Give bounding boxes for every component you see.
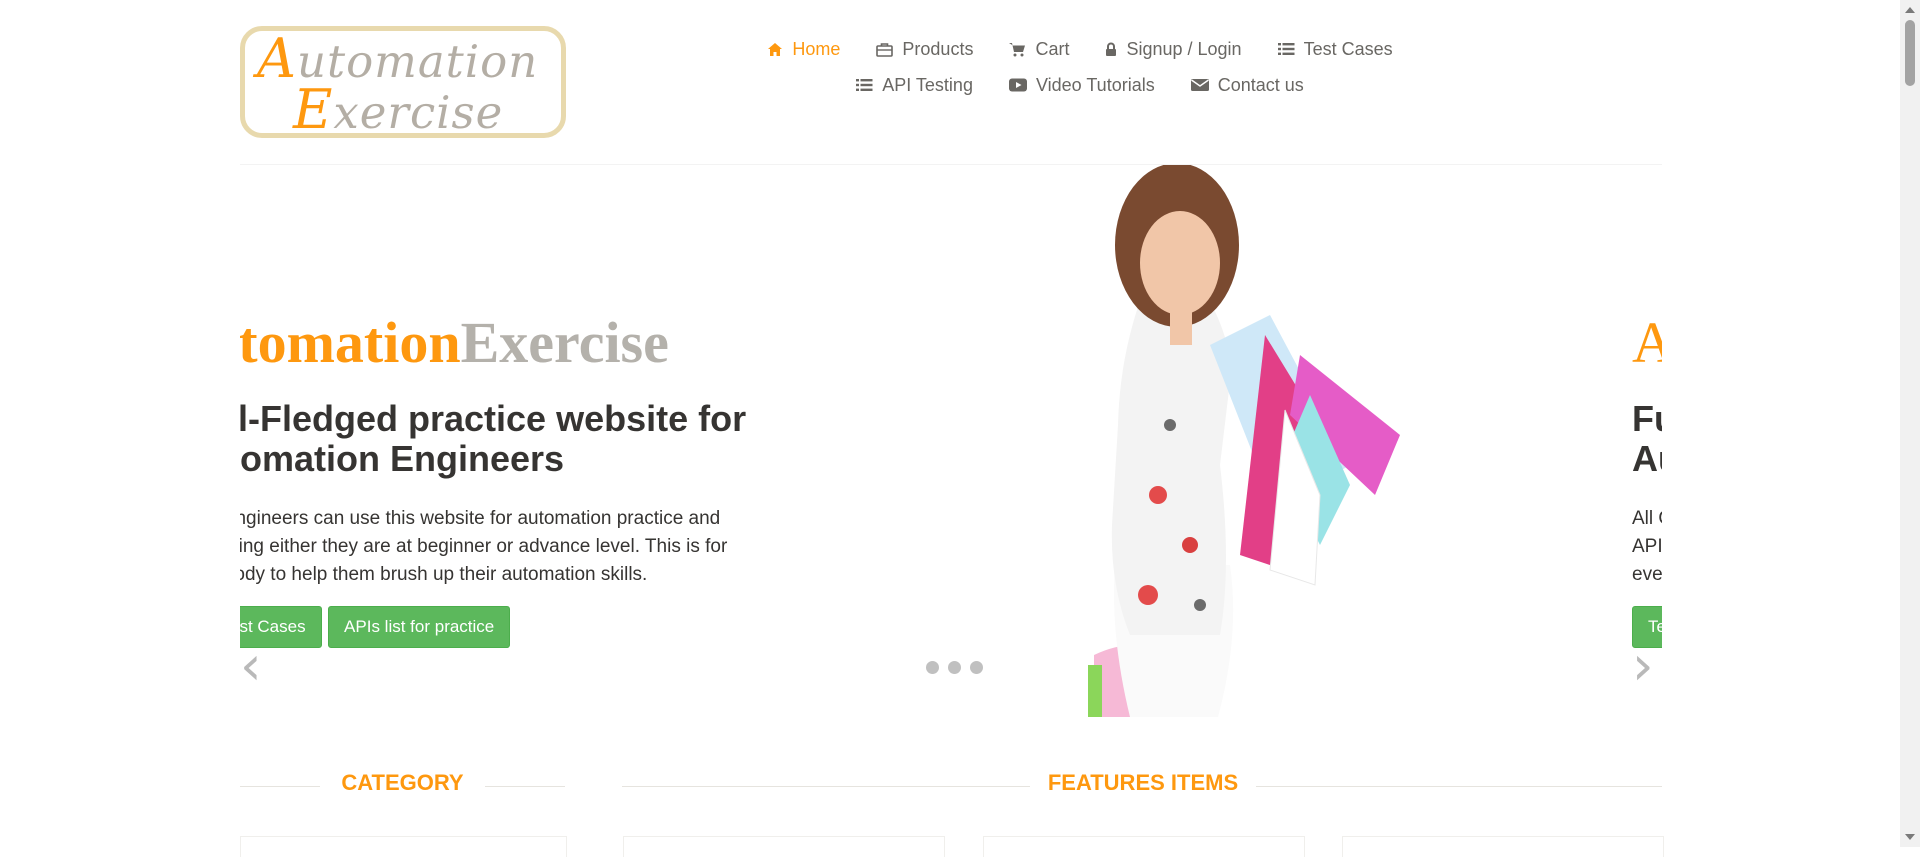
- nav-video-tutorials-label: Video Tutorials: [1035, 74, 1155, 95]
- carousel-dot-1[interactable]: [925, 660, 940, 675]
- nav-home[interactable]: Home: [767, 34, 840, 64]
- features-heading: FEATURES ITEMS: [1030, 770, 1256, 796]
- nav-signup-login-label: Signup / Login: [1126, 38, 1242, 59]
- nav-test-cases-label: Test Cases: [1303, 38, 1393, 59]
- main-nav: Home Products Cart Signup / Login Test C…: [700, 34, 1460, 100]
- nav-api-testing-label: API Testing: [882, 74, 973, 95]
- home-icon: [767, 42, 783, 57]
- scroll-up-icon[interactable]: [1905, 7, 1915, 13]
- hero-subtitle: ull-Fledged practice website for utomati…: [240, 398, 747, 479]
- hero-description: A engineers can use this website for aut…: [240, 508, 728, 585]
- carousel-indicators: [925, 660, 984, 675]
- hero-girl-image: [1088, 165, 1400, 717]
- envelope-icon: [1190, 78, 1209, 92]
- carousel-dot-2[interactable]: [947, 660, 962, 675]
- nav-test-cases[interactable]: Test Cases: [1277, 34, 1393, 64]
- slide-content: utomationExercise ull-Fledged practice w…: [240, 311, 836, 648]
- nav-home-label: Home: [792, 38, 841, 59]
- nav-products[interactable]: Products: [876, 34, 973, 64]
- nav-contact-us[interactable]: Contact us: [1190, 70, 1304, 100]
- list-icon: [1277, 42, 1295, 56]
- category-heading: CATEGORY: [320, 770, 485, 796]
- youtube-icon: [1008, 78, 1027, 92]
- next-slide-peek: A Fu Au All Q API eve Te: [1632, 311, 1662, 648]
- scroll-down-icon[interactable]: [1905, 834, 1915, 840]
- nav-video-tutorials[interactable]: Video Tutorials: [1008, 70, 1155, 100]
- hero-title: utomationExercise: [240, 310, 669, 375]
- scrollbar-thumb[interactable]: [1905, 20, 1915, 86]
- logo-text: Automation Exercise: [257, 27, 539, 141]
- apis-list-button[interactable]: APIs list for practice: [328, 606, 511, 648]
- carousel-dot-3[interactable]: [969, 660, 984, 675]
- briefcase-icon: [876, 42, 894, 57]
- nav-contact-us-label: Contact us: [1217, 74, 1304, 95]
- nav-signup-login[interactable]: Signup / Login: [1105, 34, 1242, 64]
- lock-icon: [1105, 42, 1117, 57]
- page-scrollbar[interactable]: [1900, 0, 1920, 847]
- carousel-next-arrow[interactable]: ›: [1632, 639, 1662, 693]
- carousel-prev-arrow[interactable]: ‹: [240, 639, 270, 693]
- list-icon: [856, 78, 873, 92]
- hero-carousel: utomationExercise ull-Fledged practice w…: [240, 164, 1662, 717]
- cart-icon: [1009, 42, 1026, 57]
- nav-cart-label: Cart: [1035, 38, 1070, 59]
- site-logo[interactable]: Automation Exercise: [240, 26, 566, 138]
- nav-products-label: Products: [902, 38, 974, 59]
- nav-cart[interactable]: Cart: [1009, 34, 1069, 64]
- nav-api-testing[interactable]: API Testing: [856, 70, 973, 100]
